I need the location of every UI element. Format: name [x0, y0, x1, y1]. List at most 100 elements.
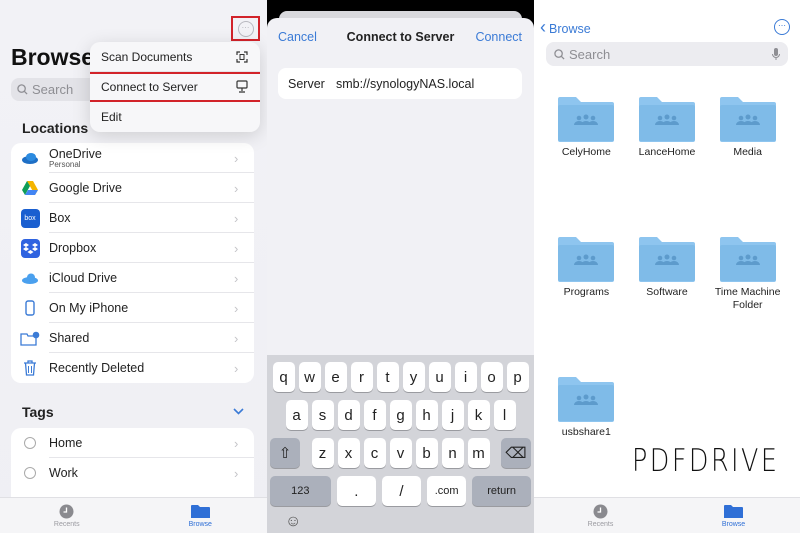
dot-key[interactable]: .: [336, 476, 376, 506]
key-m[interactable]: m: [467, 438, 490, 468]
shared-folder[interactable]: LanceHome: [627, 96, 708, 196]
location-icloud[interactable]: iCloud Drive ›: [11, 263, 254, 293]
cancel-button[interactable]: Cancel: [278, 30, 317, 44]
key-b[interactable]: b: [415, 438, 438, 468]
key-z[interactable]: z: [311, 438, 334, 468]
location-google-drive[interactable]: Google Drive ›: [11, 173, 254, 203]
key-w[interactable]: w: [298, 362, 321, 392]
numbers-key[interactable]: 123: [270, 476, 331, 506]
tag-circle-icon: [11, 467, 49, 479]
shift-key[interactable]: ⇧: [270, 438, 300, 468]
key-o[interactable]: o: [480, 362, 503, 392]
letter-keys: zxcvbnm: [311, 438, 490, 468]
chevron-right-icon: ›: [234, 240, 239, 256]
folder-name: Software: [646, 286, 688, 298]
trash-icon: [11, 360, 49, 376]
tab-recents[interactable]: Recents: [0, 498, 134, 533]
microphone-icon[interactable]: [772, 47, 780, 61]
location-shared[interactable]: Shared ›: [11, 323, 254, 353]
menu-item-label: Scan Documents: [101, 49, 193, 64]
tab-bar: Recents Browse: [0, 497, 267, 533]
location-label: On My iPhone: [49, 301, 129, 315]
chevron-right-icon: ›: [234, 150, 239, 166]
server-address-input[interactable]: [336, 76, 497, 91]
key-e[interactable]: e: [324, 362, 347, 392]
more-options-button[interactable]: ⋯: [231, 16, 260, 41]
key-n[interactable]: n: [441, 438, 464, 468]
tags-heading: Tags: [22, 404, 54, 420]
location-label: iCloud Drive: [49, 271, 118, 285]
key-g[interactable]: g: [389, 400, 412, 430]
search-field[interactable]: Search: [546, 42, 788, 66]
key-x[interactable]: x: [337, 438, 360, 468]
chevron-down-icon[interactable]: [233, 408, 244, 415]
key-v[interactable]: v: [389, 438, 412, 468]
locations-heading: Locations: [22, 120, 89, 136]
shared-folder-icon: [719, 237, 776, 282]
shared-folder[interactable]: Time Machine Folder: [707, 236, 788, 336]
key-d[interactable]: d: [337, 400, 360, 430]
shared-folder[interactable]: Software: [627, 236, 708, 336]
slash-key[interactable]: /: [381, 476, 422, 506]
shared-folder[interactable]: CelyHome: [546, 96, 627, 196]
server-field[interactable]: Server: [278, 68, 522, 99]
location-sublabel: Personal: [49, 160, 81, 169]
sheet-navigation: Connect to Server Cancel Connect: [267, 30, 534, 50]
key-l[interactable]: l: [493, 400, 516, 430]
key-u[interactable]: u: [428, 362, 451, 392]
key-i[interactable]: i: [454, 362, 477, 392]
connect-button[interactable]: Connect: [475, 30, 522, 44]
shared-folder[interactable]: Media: [707, 96, 788, 196]
folder-name: LanceHome: [638, 146, 696, 158]
key-s[interactable]: s: [311, 400, 334, 430]
location-on-my-iphone[interactable]: On My iPhone ›: [11, 293, 254, 323]
location-box[interactable]: box Box ›: [11, 203, 254, 233]
ellipsis-icon[interactable]: ⋯: [774, 19, 790, 35]
server-label: Server: [288, 76, 325, 91]
box-logo-text: box: [20, 208, 40, 228]
tab-label: Browse: [721, 520, 746, 528]
key-t[interactable]: t: [376, 362, 399, 392]
chevron-right-icon: ›: [234, 435, 239, 451]
server-display-icon: [236, 80, 248, 93]
tag-home[interactable]: Home ›: [11, 428, 254, 458]
key-c[interactable]: c: [363, 438, 386, 468]
key-p[interactable]: p: [506, 362, 529, 392]
key-j[interactable]: j: [441, 400, 464, 430]
location-onedrive[interactable]: OneDrive Personal ›: [11, 143, 254, 173]
menu-item-connect-to-server[interactable]: Connect to Server: [90, 72, 260, 102]
menu-item-scan-documents[interactable]: Scan Documents: [90, 42, 260, 72]
keyboard-row-2: asdfghjkl: [267, 400, 534, 430]
key-y[interactable]: y: [402, 362, 425, 392]
dotcom-key[interactable]: .com: [427, 476, 467, 506]
menu-item-edit[interactable]: Edit: [90, 102, 260, 132]
back-button[interactable]: ‹ Browse: [540, 17, 591, 38]
key-h[interactable]: h: [415, 400, 438, 430]
location-label: Recently Deleted: [49, 361, 145, 375]
shared-folder[interactable]: Programs: [546, 236, 627, 336]
key-r[interactable]: r: [350, 362, 373, 392]
backspace-key[interactable]: ⌫: [501, 438, 531, 468]
chevron-right-icon: ›: [234, 300, 239, 316]
key-q[interactable]: q: [272, 362, 295, 392]
search-placeholder: Search: [32, 82, 74, 97]
tab-browse[interactable]: Browse: [667, 498, 800, 533]
key-a[interactable]: a: [285, 400, 308, 430]
tag-work[interactable]: Work ›: [11, 458, 254, 488]
key-f[interactable]: f: [363, 400, 386, 430]
scan-document-icon: [236, 50, 248, 63]
google-drive-icon: [11, 181, 49, 195]
tab-browse[interactable]: Browse: [134, 498, 268, 533]
shared-folder[interactable]: usbshare1: [546, 376, 627, 476]
emoji-icon[interactable]: ☺: [285, 513, 301, 531]
tab-recents[interactable]: Recents: [534, 498, 667, 533]
browse-panel: ⋯ Browse Search Locations OneDrive Person…: [0, 0, 267, 533]
connect-to-server-panel: Connect to Server Cancel Connect Server …: [267, 0, 534, 533]
key-k[interactable]: k: [467, 400, 490, 430]
location-recently-deleted[interactable]: Recently Deleted ›: [11, 353, 254, 383]
return-key[interactable]: return: [472, 476, 531, 506]
search-placeholder: Search: [569, 46, 611, 62]
location-dropbox[interactable]: Dropbox ›: [11, 233, 254, 263]
location-label: Google Drive: [49, 181, 122, 195]
page-title: Browse: [11, 44, 95, 70]
